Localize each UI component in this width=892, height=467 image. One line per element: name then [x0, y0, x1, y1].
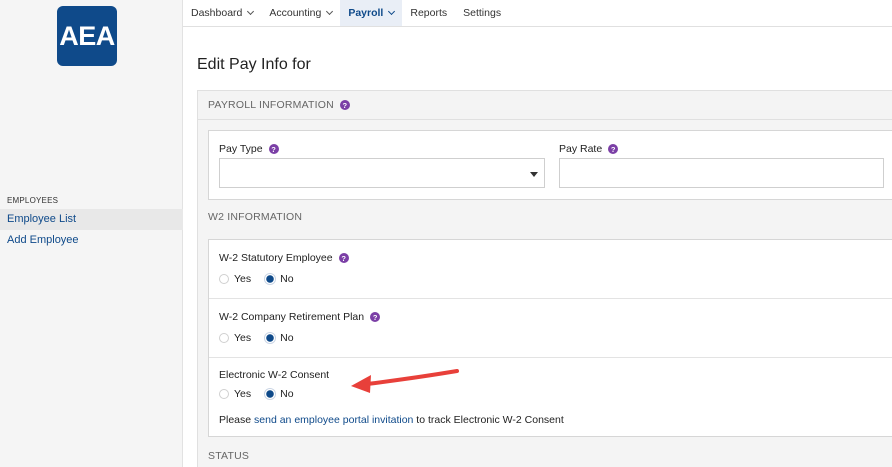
- payroll-info-header-label: PAYROLL INFORMATION: [208, 99, 334, 111]
- sidebar-item-add-employee[interactable]: Add Employee: [0, 230, 183, 251]
- statutory-label: W-2 Statutory Employee: [219, 252, 333, 264]
- consent-radio-group: Yes No: [219, 388, 308, 400]
- help-icon[interactable]: ?: [370, 312, 381, 322]
- statutory-label-row: W-2 Statutory Employee ?: [219, 252, 349, 264]
- nav-accounting[interactable]: Accounting: [261, 0, 340, 26]
- company-logo[interactable]: AEA: [57, 6, 117, 66]
- nav-dashboard-label: Dashboard: [191, 7, 243, 19]
- nav-payroll[interactable]: Payroll: [340, 0, 403, 26]
- sidebar-item-employee-list[interactable]: Employee List: [0, 209, 183, 230]
- pay-rate-label-row: Pay Rate ?: [559, 143, 619, 155]
- divider: [209, 298, 892, 299]
- pay-type-select[interactable]: [219, 158, 545, 188]
- caret-down-icon: [530, 172, 538, 177]
- statutory-yes-radio[interactable]: [219, 274, 229, 284]
- page-title: Edit Pay Info for: [197, 56, 311, 73]
- consent-label: Electronic W-2 Consent: [219, 369, 330, 381]
- retirement-label: W-2 Company Retirement Plan: [219, 311, 365, 323]
- help-icon[interactable]: ?: [268, 144, 279, 154]
- consent-no-label: No: [280, 388, 294, 400]
- pay-type-label: Pay Type: [219, 143, 263, 155]
- retirement-no-label: No: [280, 332, 294, 344]
- consent-note: Please send an employee portal invitatio…: [219, 414, 564, 426]
- statutory-no-label: No: [280, 273, 294, 285]
- consent-note-suffix: to track Electronic W-2 Consent: [413, 414, 564, 426]
- help-icon[interactable]: ?: [608, 144, 619, 154]
- status-header: STATUS: [208, 450, 250, 462]
- consent-no-radio[interactable]: [265, 389, 276, 399]
- w2-info-box: [208, 239, 892, 437]
- chevron-down-icon: [247, 7, 255, 16]
- nav-reports-label: Reports: [410, 7, 448, 19]
- nav-payroll-label: Payroll: [348, 7, 384, 19]
- nav-reports[interactable]: Reports: [402, 0, 455, 26]
- nav-settings[interactable]: Settings: [455, 0, 509, 26]
- pay-rate-input[interactable]: [559, 158, 884, 188]
- chevron-down-icon: [388, 7, 396, 16]
- pay-rate-label: Pay Rate: [559, 143, 603, 155]
- nav-dashboard[interactable]: Dashboard: [183, 0, 261, 26]
- top-nav: Dashboard Accounting Payroll Reports Set…: [183, 0, 892, 27]
- nav-settings-label: Settings: [463, 7, 502, 19]
- consent-yes-label: Yes: [234, 388, 252, 400]
- statutory-yes-label: Yes: [234, 273, 252, 285]
- annotation-arrow-icon: [351, 369, 459, 393]
- consent-note-prefix: Please: [219, 414, 255, 426]
- help-icon[interactable]: ?: [338, 253, 349, 263]
- w2-info-header: W2 INFORMATION: [208, 211, 303, 223]
- divider: [209, 357, 892, 358]
- sidebar: AEA EMPLOYEES Employee List Add Employee: [0, 0, 183, 467]
- employee-portal-invitation-link[interactable]: send an employee portal invitation: [254, 414, 413, 426]
- retirement-no-radio[interactable]: [265, 333, 276, 343]
- payroll-info-header: PAYROLL INFORMATION ?: [197, 90, 892, 120]
- nav-accounting-label: Accounting: [269, 7, 322, 19]
- help-icon[interactable]: ?: [339, 100, 350, 110]
- retirement-radio-group: Yes No: [219, 332, 308, 344]
- pay-type-label-row: Pay Type ?: [219, 143, 279, 155]
- retirement-yes-label: Yes: [234, 332, 252, 344]
- statutory-radio-group: Yes No: [219, 273, 308, 285]
- retirement-yes-radio[interactable]: [219, 333, 229, 343]
- statutory-no-radio[interactable]: [265, 274, 276, 284]
- sidebar-section-employees: EMPLOYEES: [7, 196, 59, 205]
- retirement-label-row: W-2 Company Retirement Plan ?: [219, 311, 381, 323]
- consent-yes-radio[interactable]: [219, 389, 229, 399]
- chevron-down-icon: [326, 7, 334, 16]
